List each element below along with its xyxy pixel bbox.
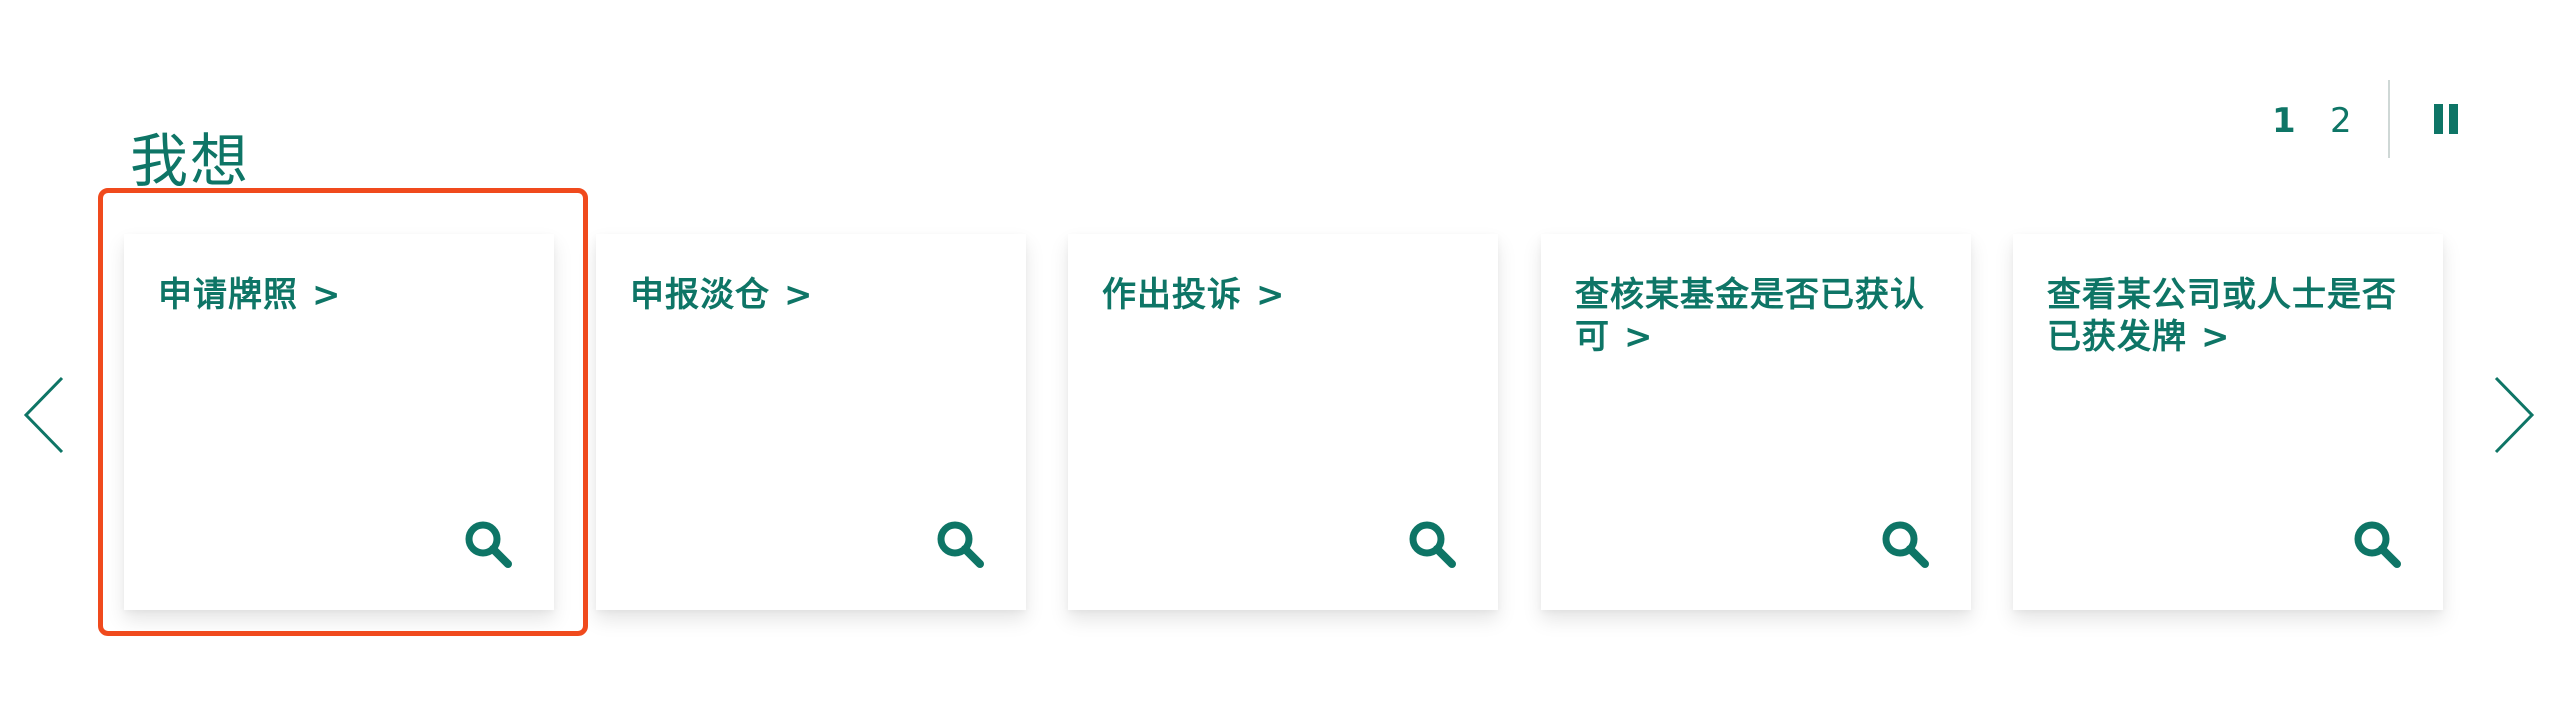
card-label: 查核某基金是否已获认可 > [1575,274,1945,358]
chevron-right-text: > [1624,317,1654,357]
search-icon [1879,518,1931,570]
chevron-right-text: > [2201,317,2231,357]
pause-button[interactable] [2428,100,2462,140]
pager-page-2[interactable]: 2 [2330,104,2352,138]
carousel-next-button[interactable] [2484,370,2544,460]
search-icon [1406,518,1458,570]
card-label: 申请牌照 > [158,274,528,316]
chevron-right-text: > [312,275,342,315]
carousel-prev-button[interactable] [14,370,74,460]
pause-icon-bar [2449,104,2458,134]
chevron-right-text: > [784,275,814,315]
card-label-text: 申报淡仓 [630,275,770,315]
search-icon [934,518,986,570]
pager-page-1[interactable]: 1 [2272,104,2296,138]
card-label: 作出投诉 > [1102,274,1472,316]
search-icon [462,518,514,570]
card-short-position[interactable]: 申报淡仓 > [596,234,1026,610]
card-complaint[interactable]: 作出投诉 > [1068,234,1498,610]
chevron-right-icon [2494,376,2535,454]
chevron-right-text: > [1256,275,1286,315]
card-apply-licence[interactable]: 申请牌照 > [124,234,554,610]
card-label: 申报淡仓 > [630,274,1000,316]
search-icon [2351,518,2403,570]
pager-divider [2388,80,2390,158]
card-label: 查看某公司或人士是否已获发牌 > [2047,274,2417,358]
pause-icon [2434,104,2443,134]
section-title: 我想 [130,127,251,196]
card-label-text: 申请牌照 [158,275,298,315]
card-check-fund[interactable]: 查核某基金是否已获认可 > [1541,234,1971,610]
card-check-licensee[interactable]: 查看某公司或人士是否已获发牌 > [2013,234,2443,610]
card-label-text: 作出投诉 [1102,275,1242,315]
chevron-left-icon [23,376,64,454]
